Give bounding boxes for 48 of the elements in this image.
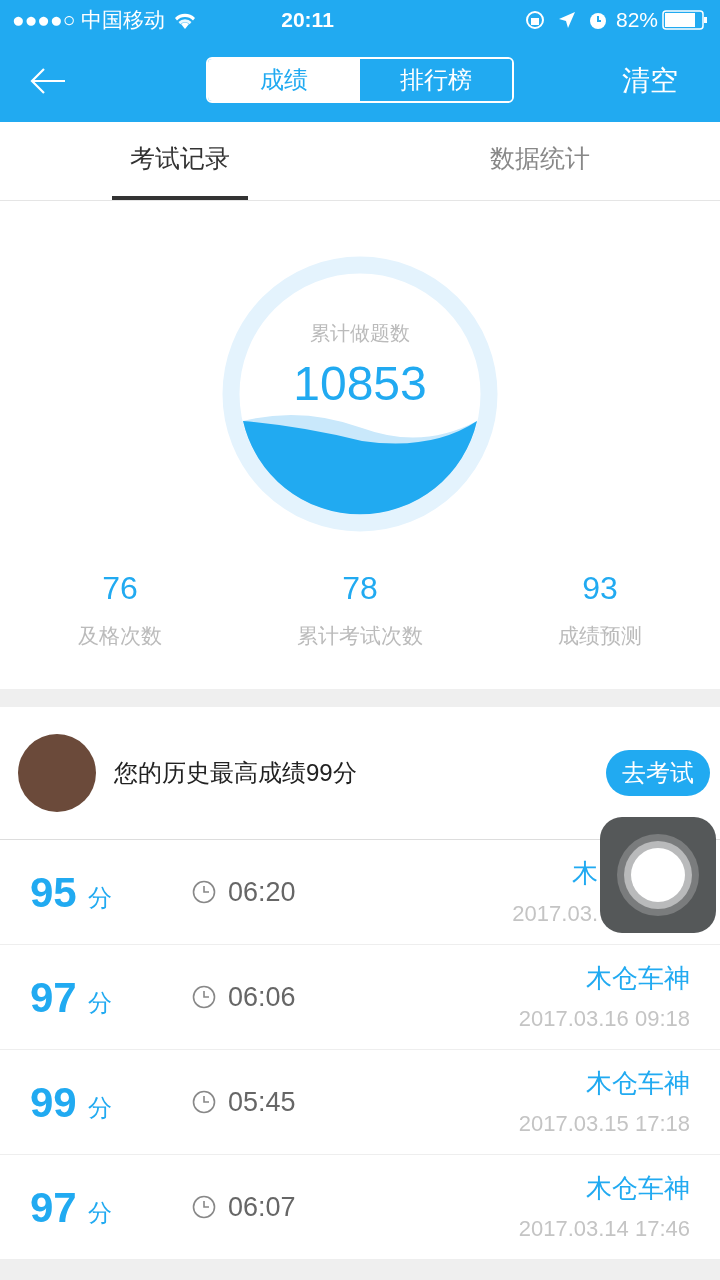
record-date: 2017.03.16 09:18 [518, 1005, 690, 1033]
clock-icon [192, 880, 216, 904]
carrier-label: ●●●●○ 中国移动 [12, 7, 166, 34]
best-score-text: 您的历史最高成绩99分 [114, 758, 357, 788]
score-unit: 分 [88, 1198, 112, 1228]
stat-label: 及格次数 [78, 623, 162, 649]
record-date: 2017.03.15 17:18 [518, 1110, 690, 1138]
record-duration: 05:45 [228, 1085, 296, 1119]
stat-value: 76 [102, 569, 138, 608]
stat-label: 累计考试次数 [297, 623, 423, 649]
user-name: 木 [572, 857, 598, 890]
clock-icon [192, 1195, 216, 1219]
back-arrow-icon [29, 67, 67, 95]
record-duration: 06:07 [228, 1190, 296, 1224]
location-arrow-icon [557, 11, 576, 29]
stat-label: 成绩预测 [558, 623, 642, 649]
stat-value: 93 [582, 569, 618, 608]
tab[interactable]: 数据统计 [472, 122, 608, 200]
alarm-icon [587, 10, 608, 30]
record-date: 2017.03. [512, 900, 598, 928]
assistive-touch-button[interactable] [600, 817, 716, 933]
battery-icon [662, 10, 708, 30]
record-duration: 06:20 [228, 875, 296, 909]
user-name: 木仓车神 [586, 1067, 690, 1100]
record-score: 99 [30, 1077, 78, 1128]
score-unit: 分 [88, 883, 112, 913]
summary-value: 10853 [293, 360, 427, 408]
score-unit: 分 [88, 1093, 112, 1123]
stat-value: 78 [342, 569, 378, 608]
rotation-lock-icon [523, 9, 546, 31]
record-duration: 06:06 [228, 980, 296, 1014]
record-score: 97 [30, 972, 78, 1023]
clock-icon [192, 985, 216, 1009]
summary-label: 累计做题数 [310, 321, 410, 346]
record-score: 97 [30, 1182, 78, 1233]
user-name: 木仓车神 [586, 1172, 690, 1205]
record-date: 2017.03.14 17:46 [518, 1215, 690, 1243]
battery-percent: 82% [615, 7, 658, 34]
segment-tab[interactable]: 成绩 [208, 59, 360, 101]
home-circle-icon [616, 833, 700, 917]
record-score: 95 [30, 867, 78, 918]
clock-icon [192, 1090, 216, 1114]
user-name: 木仓车神 [586, 962, 690, 995]
clear-button[interactable]: 清空 [622, 60, 678, 102]
clock-time: 20:11 [281, 7, 334, 34]
wifi-icon [173, 11, 198, 29]
take-exam-button[interactable]: 去考试 [606, 750, 710, 796]
score-unit: 分 [88, 988, 112, 1018]
